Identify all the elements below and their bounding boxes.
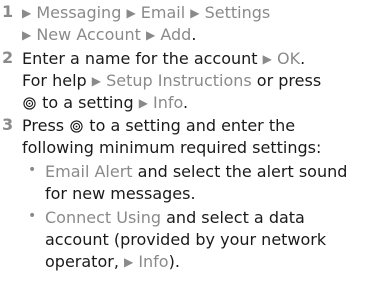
navigation-key-icon (23, 97, 36, 110)
play-arrow-icon: ▶ (126, 6, 136, 20)
play-arrow-icon: ▶ (146, 28, 156, 42)
menu-path-label: Setup Instructions (106, 71, 252, 90)
instruction-document: 1 ▶ Messaging ▶ Email ▶ Settings ▶ New A… (0, 0, 391, 285)
step-number: 1 (2, 2, 14, 21)
instruction-text: . (183, 93, 189, 112)
play-arrow-icon: ▶ (91, 74, 101, 88)
menu-path-label: Connect Using (45, 208, 162, 227)
menu-path-label: Info (138, 252, 169, 271)
step-number: 3 (2, 115, 14, 134)
bullet-line: operator, ▶ Info). (45, 251, 180, 273)
instruction-text: . (191, 25, 197, 44)
bullet-line: for new messages. (45, 183, 196, 205)
instruction-text: to a setting and enter the (84, 116, 296, 135)
step-number: 2 (2, 48, 14, 67)
instruction-text: Press (22, 116, 70, 135)
play-arrow-icon: ▶ (123, 255, 134, 269)
step-line: ▶ New Account ▶ Add. (22, 24, 196, 46)
navigation-key-icon (70, 120, 83, 133)
bullet-line: account (provided by your network (45, 229, 326, 251)
instruction-text: to a setting (37, 93, 139, 112)
bullet-dot-icon: • (28, 162, 37, 178)
instruction-text: Enter a name for the account (22, 49, 263, 68)
menu-path-label: Email Alert (45, 162, 133, 181)
instruction-text: . (300, 49, 306, 68)
instruction-text: operator, (45, 252, 124, 271)
menu-path-label: Add (160, 25, 192, 44)
instruction-text: following minimum required settings: (22, 138, 322, 157)
step-line: to a setting ▶ Info. (22, 92, 188, 114)
bullet-line: Connect Using and select a data (45, 207, 305, 229)
play-arrow-icon: ▶ (262, 52, 272, 66)
play-arrow-icon: ▶ (138, 96, 148, 110)
play-arrow-icon: ▶ (190, 6, 200, 20)
play-arrow-icon: ▶ (22, 28, 32, 42)
menu-path-label: Info (153, 93, 184, 112)
instruction-text: ). (168, 252, 180, 271)
bullet-dot-icon: • (28, 208, 37, 224)
menu-path-label: OK (276, 49, 301, 68)
step-line: ▶ Messaging ▶ Email ▶ Settings (22, 2, 270, 24)
step-line: Press to a setting and enter the (22, 115, 295, 137)
instruction-text: for new messages. (45, 184, 196, 203)
menu-path-label: Messaging (36, 3, 122, 22)
menu-path-label: Email (140, 3, 186, 22)
instruction-text: and select the alert sound (132, 162, 348, 181)
instruction-text: and select a data (161, 208, 305, 227)
bullet-line: Email Alert and select the alert sound (45, 161, 347, 183)
menu-path-label: New Account (36, 25, 141, 44)
play-arrow-icon: ▶ (22, 6, 32, 20)
step-line: Enter a name for the account ▶ OK. (22, 48, 305, 70)
instruction-text: For help (22, 71, 92, 90)
instruction-text: account (provided by your network (45, 230, 327, 249)
step-line: For help ▶ Setup Instructions or press (22, 70, 321, 92)
step-line: following minimum required settings: (22, 137, 321, 159)
instruction-text: or press (251, 71, 322, 90)
menu-path-label: Settings (204, 3, 271, 22)
